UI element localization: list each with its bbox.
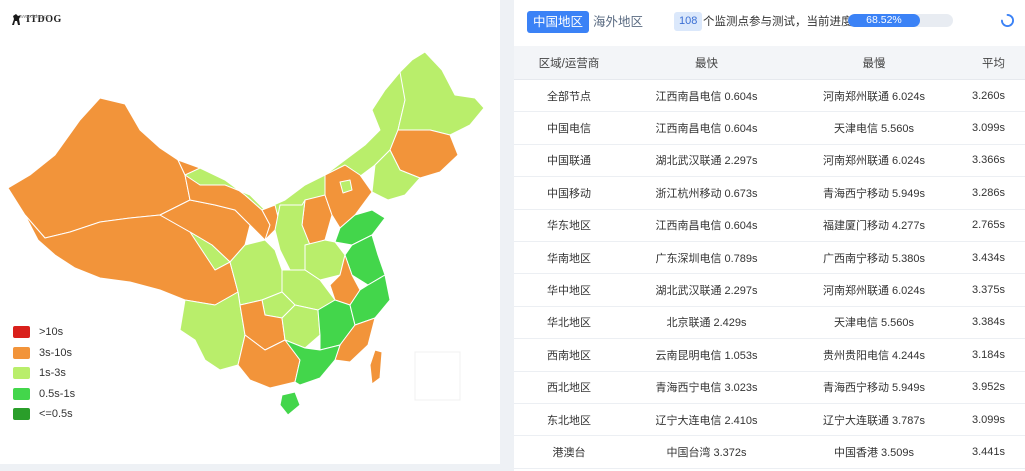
cell-slowest: 福建厦门移动 4.277s xyxy=(822,220,926,233)
legend-label: 0.5s-1s xyxy=(39,387,76,400)
header-average[interactable]: 平均 xyxy=(959,55,1025,71)
cell-slowest: 广西南宁移动 5.380s xyxy=(822,252,926,265)
south-china-sea-inset xyxy=(414,351,461,401)
province-taiwan[interactable] xyxy=(369,349,383,385)
cell-average: 3.099s xyxy=(971,413,1005,426)
cell-fastest: 云南昆明电信 1.053s xyxy=(655,349,758,362)
cell-slowest: 天津电信 5.560s xyxy=(833,317,915,330)
cell-fastest: 北京联通 2.429s xyxy=(666,317,747,330)
legend-item: 1s-3s xyxy=(13,363,75,384)
cell-slowest: 青海西宁移动 5.949s xyxy=(822,382,926,395)
cell-region: 华东地区 xyxy=(547,220,591,233)
cell-fastest: 浙江杭州移动 0.673s xyxy=(655,187,758,200)
table-body: 全部节点 江西南昌电信 0.604s 河南郑州联通 6.024s 3.260s 中国电信… xyxy=(514,80,1025,469)
cell-fastest: 广东深圳电信 0.789s xyxy=(655,252,758,265)
cell-fastest: 江西南昌电信 0.604s xyxy=(655,123,758,136)
cell-region: 华北地区 xyxy=(547,317,591,330)
progress-fill: 68.52% xyxy=(848,14,920,27)
map-panel: ITDOG www.itdog.cn >10s 3s-10s 1s-3s 0.5… xyxy=(0,0,500,464)
legend-label: <=0.5s xyxy=(39,408,73,421)
cell-region: 中国移动 xyxy=(547,187,591,200)
cell-fastest: 辽宁大连电信 2.410s xyxy=(655,414,758,427)
tab-china[interactable]: 中国地区 xyxy=(527,11,590,33)
results-table: 区域/运营商 最快 最慢 平均 全部节点 江西南昌电信 0.604s 河南郑州联通 … xyxy=(514,46,1025,469)
cell-slowest: 河南郑州联通 6.024s xyxy=(822,285,926,298)
legend-item: 0.5s-1s xyxy=(13,384,75,405)
table-row: 中国移动 浙江杭州移动 0.673s 青海西宁移动 5.949s 3.286s xyxy=(514,177,1025,210)
cell-slowest: 河南郑州联通 6.024s xyxy=(822,155,926,168)
cell-fastest: 青海西宁电信 3.023s xyxy=(655,382,758,395)
table-row: 中国电信 江西南昌电信 0.604s 天津电信 5.560s 3.099s xyxy=(514,112,1025,145)
cell-average: 3.384s xyxy=(971,316,1005,329)
table-row: 全部节点 江西南昌电信 0.604s 河南郑州联通 6.024s 3.260s xyxy=(514,80,1025,113)
cell-average: 3.952s xyxy=(971,381,1005,394)
results-toolbar: 中国地区 海外地区 108 个监测点参与测试，当前进度： 68.52% xyxy=(514,0,1025,44)
legend: >10s 3s-10s 1s-3s 0.5s-1s <=0.5s xyxy=(13,322,75,425)
legend-swatch xyxy=(13,387,30,400)
table-row: 西南地区 云南昆明电信 1.053s 贵州贵阳电信 4.244s 3.184s xyxy=(514,339,1025,372)
cell-average: 3.286s xyxy=(971,186,1005,199)
legend-label: >10s xyxy=(39,326,64,339)
cell-fastest: 湖北武汉联通 2.297s xyxy=(655,155,758,168)
cell-average: 2.765s xyxy=(971,219,1005,232)
cell-fastest: 湖北武汉联通 2.297s xyxy=(655,285,758,298)
cell-average: 3.434s xyxy=(971,251,1005,264)
legend-swatch xyxy=(13,408,30,421)
cell-slowest: 辽宁大连联通 3.787s xyxy=(822,414,926,427)
cell-region: 西北地区 xyxy=(547,382,591,395)
panel-divider xyxy=(500,0,514,471)
legend-item: 3s-10s xyxy=(13,343,75,364)
table-row: 华南地区 广东深圳电信 0.789s 广西南宁移动 5.380s 3.434s xyxy=(514,242,1025,275)
header-fastest[interactable]: 最快 xyxy=(624,55,789,71)
cell-region: 港澳台 xyxy=(552,446,586,459)
table-row: 港澳台 中国台湾 3.372s 中国香港 3.509s 3.441s xyxy=(514,436,1025,469)
cell-fastest: 江西南昌电信 0.604s xyxy=(655,90,758,103)
table-row: 华中地区 湖北武汉联通 2.297s 河南郑州联通 6.024s 3.375s xyxy=(514,274,1025,307)
legend-item: >10s xyxy=(13,322,75,343)
table-row: 华东地区 江西南昌电信 0.604s 福建厦门移动 4.277s 2.765s xyxy=(514,210,1025,242)
cell-fastest: 江西南昌电信 0.604s xyxy=(655,220,758,233)
cell-region: 全部节点 xyxy=(547,90,591,103)
cell-average: 3.375s xyxy=(971,284,1005,297)
legend-item: <=0.5s xyxy=(13,404,75,425)
cell-slowest: 中国香港 3.509s xyxy=(833,446,915,459)
header-region[interactable]: 区域/运营商 xyxy=(514,55,624,71)
legend-label: 1s-3s xyxy=(39,367,66,380)
table-row: 西北地区 青海西宁电信 3.023s 青海西宁移动 5.949s 3.952s xyxy=(514,372,1025,404)
loading-spinner-icon xyxy=(1001,14,1014,27)
province-heilongjiang[interactable] xyxy=(397,51,485,136)
tab-overseas[interactable]: 海外地区 xyxy=(587,11,649,33)
cell-region: 中国电信 xyxy=(547,123,591,136)
node-count-text: 个监测点参与测试，当前进度： xyxy=(703,16,864,28)
legend-swatch xyxy=(13,346,30,359)
cell-slowest: 贵州贵阳电信 4.244s xyxy=(822,349,926,362)
cell-fastest: 中国台湾 3.372s xyxy=(666,446,747,459)
cell-average: 3.441s xyxy=(971,445,1005,458)
cell-slowest: 天津电信 5.560s xyxy=(833,123,915,136)
node-count-badge: 108 xyxy=(674,12,703,31)
cell-average: 3.099s xyxy=(971,122,1005,135)
cell-region: 华中地区 xyxy=(547,285,591,298)
legend-swatch xyxy=(13,367,30,380)
province-hainan[interactable] xyxy=(279,391,301,416)
cell-average: 3.184s xyxy=(971,348,1005,361)
cell-average: 3.260s xyxy=(971,89,1005,102)
progress-bar: 68.52% xyxy=(848,14,953,27)
table-row: 华北地区 北京联通 2.429s 天津电信 5.560s 3.384s xyxy=(514,307,1025,340)
legend-swatch xyxy=(13,326,30,339)
cell-slowest: 青海西宁移动 5.949s xyxy=(822,187,926,200)
cell-region: 西南地区 xyxy=(547,349,591,362)
cell-average: 3.366s xyxy=(971,154,1005,167)
table-row: 东北地区 辽宁大连电信 2.410s 辽宁大连联通 3.787s 3.099s xyxy=(514,404,1025,437)
header-slowest[interactable]: 最慢 xyxy=(789,55,959,71)
cell-region: 东北地区 xyxy=(547,414,591,427)
cell-region: 华南地区 xyxy=(547,252,591,265)
results-panel: 中国地区 海外地区 108 个监测点参与测试，当前进度： 68.52% 区域/运… xyxy=(514,0,1025,471)
cell-region: 中国联通 xyxy=(547,155,591,168)
table-row: 中国联通 湖北武汉联通 2.297s 河南郑州联通 6.024s 3.366s xyxy=(514,145,1025,178)
cell-slowest: 河南郑州联通 6.024s xyxy=(822,90,926,103)
table-header: 区域/运营商 最快 最慢 平均 xyxy=(514,46,1025,80)
legend-label: 3s-10s xyxy=(39,346,73,359)
